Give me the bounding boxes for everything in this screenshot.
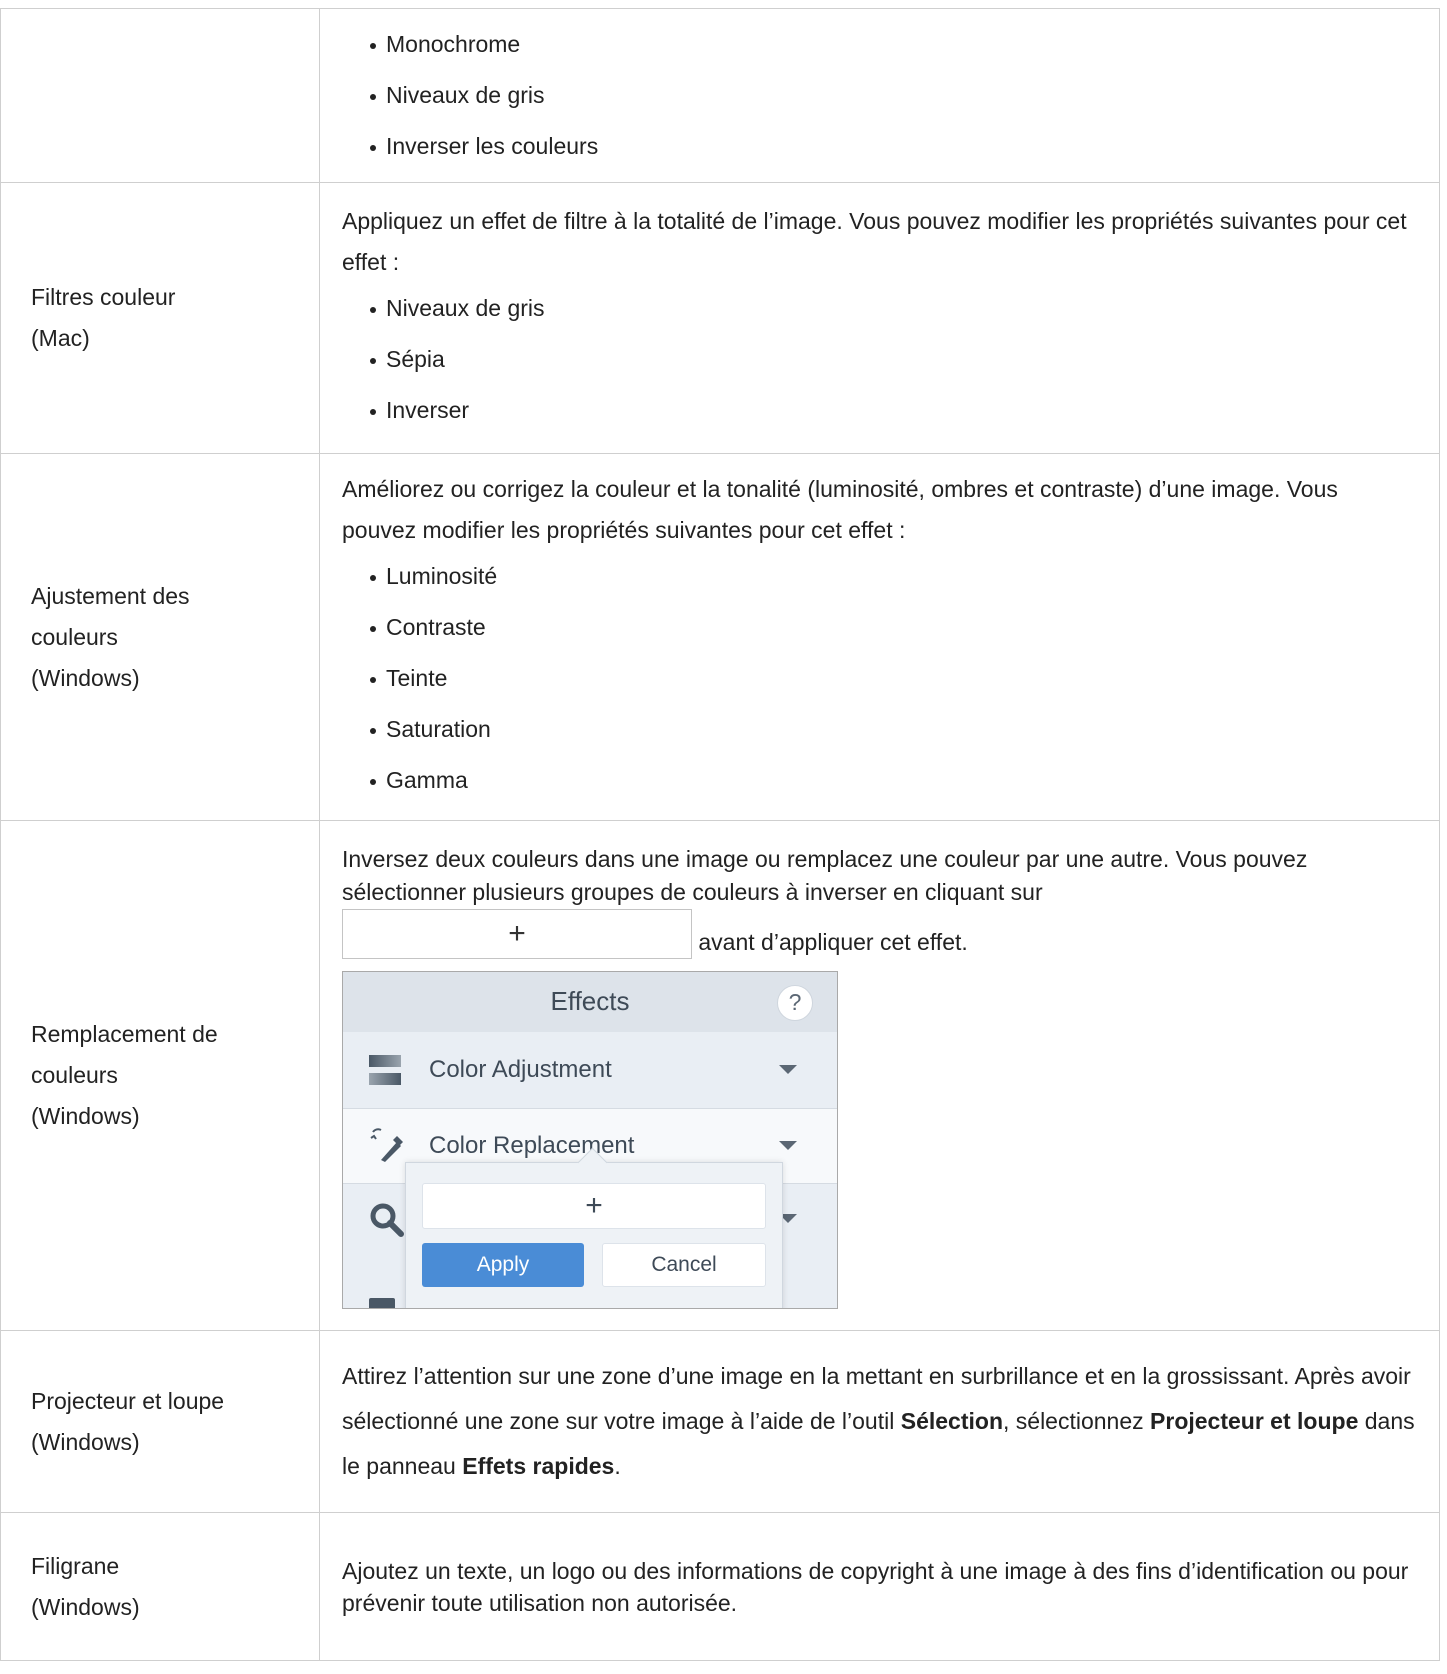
effect-description: Ajoutez un texte, un logo ou des informa… bbox=[342, 1557, 1409, 1616]
effect-description-cell: Inversez deux couleurs dans une image ou… bbox=[319, 820, 1440, 1331]
color-adjustment-icon bbox=[369, 1054, 401, 1085]
panel-title: Effects bbox=[550, 986, 630, 1016]
effects-table: Monochrome Niveaux de gris Inverser les … bbox=[0, 8, 1440, 1661]
effect-platform: (Windows) bbox=[31, 1593, 140, 1620]
effect-name-cont: couleurs bbox=[31, 623, 118, 650]
effect-description: Inversez deux couleurs dans une image ou… bbox=[342, 845, 1308, 905]
table-row: Filigrane (Windows) Ajoutez un texte, un… bbox=[0, 1512, 1440, 1661]
add-color-group-button[interactable]: + bbox=[342, 908, 692, 959]
apply-button[interactable]: Apply bbox=[422, 1242, 584, 1287]
list-item: Niveaux de gris bbox=[370, 70, 1417, 121]
effect-description-cell: Améliorez ou corrigez la couleur et la t… bbox=[319, 453, 1440, 821]
list-item: Niveaux de gris bbox=[370, 283, 1417, 334]
list-item: Luminosité bbox=[370, 551, 1417, 602]
effect-description-cell: Appliquez un effet de filtre à la totali… bbox=[319, 182, 1440, 454]
effect-name-cell: Ajustement des couleurs (Windows) bbox=[0, 453, 320, 821]
effect-platform: (Windows) bbox=[31, 664, 140, 691]
list-item: Gamma bbox=[370, 755, 1417, 806]
chevron-down-icon[interactable] bbox=[779, 1141, 797, 1150]
effect-name-cell: Filigrane (Windows) bbox=[0, 1512, 320, 1661]
effect-name-cell: Projecteur et loupe (Windows) bbox=[0, 1330, 320, 1513]
table-row: Remplacement de couleurs (Windows) Inver… bbox=[0, 820, 1440, 1331]
effect-description-cell: Ajoutez un texte, un logo ou des informa… bbox=[319, 1512, 1440, 1661]
effect-description: Appliquez un effet de filtre à la totali… bbox=[342, 207, 1407, 275]
effect-item-label: Color Adjustment bbox=[429, 1056, 612, 1083]
effect-description-cell: Attirez l’attention sur une zone d’une i… bbox=[319, 1330, 1440, 1513]
chevron-down-icon[interactable] bbox=[779, 1065, 797, 1074]
effect-platform: (Windows) bbox=[31, 1103, 140, 1129]
list-item: Inverser bbox=[370, 385, 1417, 436]
property-list: Monochrome Niveaux de gris Inverser les … bbox=[342, 19, 1417, 172]
effect-name: Filigrane bbox=[31, 1552, 120, 1579]
effect-name-cell: Remplacement de couleurs (Windows) bbox=[0, 820, 320, 1331]
list-item: Teinte bbox=[370, 653, 1417, 704]
effect-name-cell bbox=[0, 8, 320, 183]
cancel-button[interactable]: Cancel bbox=[602, 1242, 766, 1287]
table-row: Ajustement des couleurs (Windows) Amélio… bbox=[0, 453, 1440, 821]
ui-term: Sélection bbox=[900, 1408, 1003, 1434]
table-row: Monochrome Niveaux de gris Inverser les … bbox=[0, 8, 1440, 183]
help-icon[interactable]: ? bbox=[777, 984, 813, 1021]
effect-name: Projecteur et loupe bbox=[31, 1387, 225, 1414]
color-replacement-popup: + Apply Cancel bbox=[405, 1147, 783, 1308]
effect-item-label: Color Replacement bbox=[429, 1132, 635, 1159]
property-list: Niveaux de gris Sépia Inverser bbox=[342, 283, 1417, 436]
effect-description-end: avant d’appliquer cet effet. bbox=[698, 928, 968, 955]
list-item: Sépia bbox=[370, 334, 1417, 385]
effect-description: . bbox=[614, 1453, 621, 1479]
list-item: Inverser les couleurs bbox=[370, 121, 1417, 172]
table-row: Projecteur et loupe (Windows) Attirez l’… bbox=[0, 1330, 1440, 1513]
effect-platform: (Windows) bbox=[31, 1428, 140, 1455]
table-row: Filtres couleur (Mac) Appliquez un effet… bbox=[0, 182, 1440, 454]
list-item: Contraste bbox=[370, 602, 1417, 653]
effect-name: Remplacement de bbox=[31, 1021, 218, 1047]
property-list: Luminosité Contraste Teinte Saturation G… bbox=[342, 551, 1417, 806]
add-color-group-button[interactable]: + bbox=[422, 1182, 766, 1229]
list-item: Monochrome bbox=[370, 19, 1417, 70]
effect-description: , sélectionnez bbox=[1003, 1408, 1144, 1434]
effect-item-icon bbox=[369, 1297, 395, 1308]
eyedropper-icon bbox=[370, 1127, 403, 1162]
effect-name: Ajustement des bbox=[31, 582, 190, 609]
magnifier-icon bbox=[370, 1203, 404, 1237]
list-item: Saturation bbox=[370, 704, 1417, 755]
panel-header: Effects ? bbox=[343, 971, 837, 1032]
effect-name-cont: couleurs bbox=[31, 1062, 118, 1088]
effect-name-cell: Filtres couleur (Mac) bbox=[0, 182, 320, 454]
ui-term: Effets rapides bbox=[462, 1453, 615, 1479]
ui-term: Projecteur et loupe bbox=[1150, 1408, 1359, 1434]
effect-name: Filtres couleur bbox=[31, 284, 176, 310]
effect-platform: (Mac) bbox=[31, 325, 90, 351]
effect-description-cell: Monochrome Niveaux de gris Inverser les … bbox=[319, 8, 1440, 183]
effects-panel-screenshot: Effects ? Color Adjustment Color Replace… bbox=[342, 970, 838, 1309]
effect-item-color-adjustment[interactable]: Color Adjustment bbox=[343, 1031, 837, 1108]
effect-description: Améliorez ou corrigez la couleur et la t… bbox=[342, 475, 1338, 543]
